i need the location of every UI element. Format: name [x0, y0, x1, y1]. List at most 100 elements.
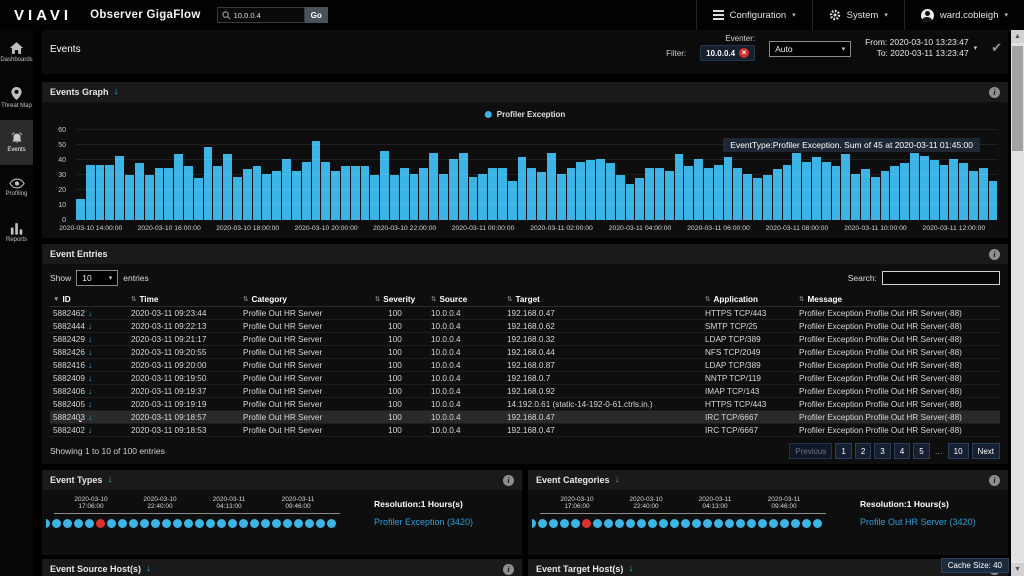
chart-bar[interactable] — [125, 175, 134, 220]
scrollbar-thumb[interactable] — [1012, 46, 1023, 151]
event-dot[interactable] — [791, 519, 800, 528]
chart-bar[interactable] — [635, 178, 644, 220]
event-dot[interactable] — [74, 519, 83, 528]
event-dot[interactable] — [648, 519, 657, 528]
chart-bar[interactable] — [576, 162, 585, 221]
chart-bar[interactable] — [321, 162, 330, 221]
column-header-severity[interactable]: ⇅Severity — [362, 295, 428, 304]
event-dot[interactable] — [593, 519, 602, 528]
chart-bar[interactable] — [871, 177, 880, 221]
download-icon[interactable]: ↓ — [615, 475, 620, 485]
event-dot[interactable] — [239, 519, 248, 528]
configuration-menu[interactable]: Configuration ▾ — [696, 0, 812, 30]
chart-bar[interactable] — [331, 171, 340, 221]
table-row[interactable]: 5882416↓2020-03-11 09:20:00Profile Out H… — [50, 359, 1000, 372]
chart-bar[interactable] — [508, 181, 517, 220]
event-dot[interactable] — [758, 519, 767, 528]
chart-bar[interactable] — [380, 151, 389, 220]
chart-bar[interactable] — [665, 171, 674, 221]
chart-bar[interactable] — [194, 178, 203, 220]
table-row[interactable]: 5882406↓2020-03-11 09:19:37Profile Out H… — [50, 385, 1000, 398]
scroll-down-icon[interactable]: ▼ — [1011, 563, 1024, 576]
chart-bar[interactable] — [272, 171, 281, 221]
chart-bar[interactable] — [370, 175, 379, 220]
download-icon[interactable]: ↓ — [88, 425, 93, 435]
chart-bar[interactable] — [733, 168, 742, 221]
event-dot[interactable] — [659, 519, 668, 528]
event-dot[interactable] — [813, 519, 822, 528]
info-icon[interactable]: i — [989, 87, 1000, 98]
info-icon[interactable]: i — [989, 475, 1000, 486]
download-icon[interactable]: ↓ — [88, 334, 93, 344]
download-icon[interactable]: ↓ — [107, 475, 112, 485]
chart-bar[interactable] — [429, 153, 438, 221]
chart-bar[interactable] — [900, 163, 909, 220]
chart-bar[interactable] — [841, 154, 850, 220]
chart-bar[interactable] — [881, 171, 890, 221]
page-button-2[interactable]: 2 — [855, 443, 871, 459]
column-header-message[interactable]: ⇅Message — [796, 295, 1000, 304]
event-dot[interactable] — [52, 519, 61, 528]
chart-bar[interactable] — [537, 172, 546, 220]
page-button-1[interactable]: 1 — [835, 443, 851, 459]
chart-bar[interactable] — [105, 165, 114, 221]
table-row[interactable]: 5882426↓2020-03-11 09:20:55Profile Out H… — [50, 346, 1000, 359]
event-dot[interactable] — [802, 519, 811, 528]
download-icon[interactable]: ↓ — [88, 412, 93, 422]
info-icon[interactable]: i — [503, 564, 514, 575]
chart-bar[interactable] — [802, 162, 811, 221]
table-row[interactable]: 5882444↓2020-03-11 09:22:13Profile Out H… — [50, 320, 1000, 333]
date-range-picker[interactable]: From: 2020-03-10 13:23:47 To: 2020-03-11… — [865, 37, 977, 58]
chart-bar[interactable] — [763, 175, 772, 220]
chart-bar[interactable] — [419, 168, 428, 221]
chart-bar[interactable] — [940, 165, 949, 221]
event-dot[interactable] — [283, 519, 292, 528]
column-header-target[interactable]: ⇅Target — [504, 295, 702, 304]
event-dot[interactable] — [184, 519, 193, 528]
chart-bar[interactable] — [478, 174, 487, 221]
event-dot[interactable] — [261, 519, 270, 528]
chart-bar[interactable] — [312, 141, 321, 221]
chart-bar[interactable] — [145, 175, 154, 220]
chart-bar[interactable] — [135, 163, 144, 220]
chart-bar[interactable] — [164, 168, 173, 221]
chart-bar[interactable] — [439, 174, 448, 221]
event-dot[interactable] — [173, 519, 182, 528]
page-size-select[interactable]: 10 ▾ — [76, 270, 118, 286]
event-dot[interactable] — [85, 519, 94, 528]
chart-bar[interactable] — [783, 165, 792, 221]
chart-bar[interactable] — [989, 181, 998, 220]
chart-bar[interactable] — [469, 177, 478, 221]
chart-bar[interactable] — [616, 175, 625, 220]
chart-bar[interactable] — [704, 168, 713, 221]
event-dot[interactable] — [637, 519, 646, 528]
event-dot[interactable] — [670, 519, 679, 528]
info-icon[interactable]: i — [989, 249, 1000, 260]
sidebar-item-threat-map[interactable]: Threat Map — [0, 75, 33, 120]
event-dot[interactable] — [250, 519, 259, 528]
download-icon[interactable]: ↓ — [146, 564, 151, 574]
chart-bar[interactable] — [714, 165, 723, 221]
chart-bar[interactable] — [174, 154, 183, 220]
event-dot[interactable] — [217, 519, 226, 528]
chart-bar[interactable] — [930, 160, 939, 220]
table-row[interactable]: 5882462↓2020-03-11 09:23:44Profile Out H… — [50, 307, 1000, 320]
chart-bar[interactable] — [155, 168, 164, 221]
sidebar-item-dashboards[interactable]: Dashboards — [0, 30, 33, 75]
chart-bar[interactable] — [743, 174, 752, 221]
chart-bar[interactable] — [498, 168, 507, 221]
event-dot[interactable] — [560, 519, 569, 528]
page-button-3[interactable]: 3 — [874, 443, 890, 459]
apply-filter-check-icon[interactable]: ✔ — [991, 40, 1002, 56]
table-row[interactable]: 5882403↓2020-03-11 09:18:57Profile Out H… — [50, 411, 1000, 424]
download-icon[interactable]: ↓ — [628, 564, 633, 574]
chart-bar[interactable] — [567, 168, 576, 221]
chart-bar[interactable] — [488, 168, 497, 221]
chart-bar[interactable] — [86, 165, 95, 221]
download-icon[interactable]: ↓ — [88, 386, 93, 396]
column-header-time[interactable]: ⇅Time — [128, 295, 240, 304]
event-type-link[interactable]: Profiler Exception (3420) — [374, 517, 514, 527]
chart-bar[interactable] — [302, 162, 311, 221]
event-dot[interactable] — [63, 519, 72, 528]
download-icon[interactable]: ↓ — [114, 87, 119, 97]
